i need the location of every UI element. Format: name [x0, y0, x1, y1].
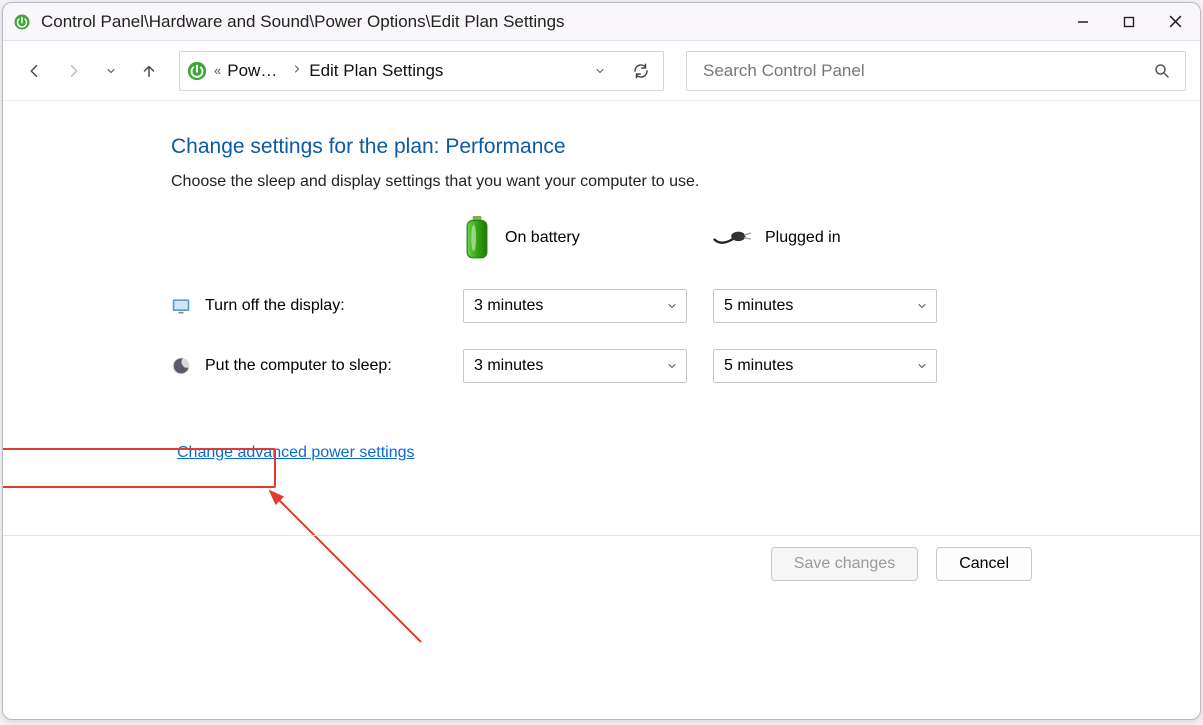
plug-icon [713, 226, 751, 250]
settings-grid: On battery Plugged in Turn off the [171, 213, 1200, 383]
moon-icon [171, 356, 191, 376]
chevron-down-icon [666, 300, 678, 312]
column-header-battery: On battery [463, 213, 691, 263]
display-battery-select[interactable]: 3 minutes [463, 289, 687, 323]
cancel-button[interactable]: Cancel [936, 547, 1032, 581]
battery-icon [463, 216, 491, 260]
page-heading: Change settings for the plan: Performanc… [171, 135, 1200, 159]
search-icon [1153, 62, 1171, 80]
window-frame: Control Panel\Hardware and Sound\Power O… [2, 2, 1201, 720]
sleep-battery-value: 3 minutes [474, 357, 543, 375]
power-options-icon [186, 60, 208, 82]
page-subtext: Choose the sleep and display settings th… [171, 173, 1200, 191]
content-area: Change settings for the plan: Performanc… [3, 101, 1200, 467]
sleep-label: Put the computer to sleep: [205, 357, 392, 375]
sleep-plugged-value: 5 minutes [724, 357, 793, 375]
window-controls [1060, 5, 1198, 39]
change-advanced-power-settings-link[interactable]: Change advanced power settings [171, 439, 421, 467]
chevron-down-icon [666, 360, 678, 372]
window-title: Control Panel\Hardware and Sound\Power O… [41, 12, 565, 32]
display-plugged-select[interactable]: 5 minutes [713, 289, 937, 323]
display-icon [171, 296, 191, 316]
up-button[interactable] [139, 61, 159, 81]
address-bar[interactable]: « Power Options Edit Plan Settings [179, 51, 664, 91]
plan-name: Performance [445, 135, 565, 158]
display-label: Turn off the display: [205, 297, 345, 315]
row-sleep: Put the computer to sleep: [171, 356, 441, 376]
minimize-button[interactable] [1060, 5, 1106, 39]
sleep-plugged-select[interactable]: 5 minutes [713, 349, 937, 383]
sleep-battery-select[interactable]: 3 minutes [463, 349, 687, 383]
display-battery-value: 3 minutes [474, 297, 543, 315]
power-options-icon [13, 13, 31, 31]
advanced-link-row: Change advanced power settings [171, 439, 1200, 467]
titlebar: Control Panel\Hardware and Sound\Power O… [3, 3, 1200, 41]
footer: Save changes Cancel [3, 535, 1200, 591]
search-input[interactable] [701, 60, 1153, 82]
refresh-button[interactable] [623, 62, 657, 80]
address-history-dropdown[interactable] [583, 65, 617, 77]
nav-buttons [17, 61, 165, 81]
toolbar: « Power Options Edit Plan Settings [3, 41, 1200, 101]
breadcrumb-segment-power-options[interactable]: Power Options [227, 61, 285, 81]
breadcrumb-overflow[interactable]: « [214, 63, 221, 78]
column-header-plugged: Plugged in [713, 213, 941, 263]
chevron-down-icon [916, 300, 928, 312]
display-plugged-value: 5 minutes [724, 297, 793, 315]
chevron-right-icon[interactable] [291, 63, 303, 78]
save-changes-button[interactable]: Save changes [771, 547, 918, 581]
battery-label: On battery [505, 229, 580, 247]
close-button[interactable] [1152, 5, 1198, 39]
back-button[interactable] [25, 61, 45, 81]
row-turn-off-display: Turn off the display: [171, 296, 441, 316]
recent-locations-button[interactable] [101, 61, 121, 81]
plugged-label: Plugged in [765, 229, 841, 247]
search-bar[interactable] [686, 51, 1186, 91]
chevron-down-icon [916, 360, 928, 372]
forward-button[interactable] [63, 61, 83, 81]
breadcrumb-segment-edit-plan[interactable]: Edit Plan Settings [309, 61, 443, 81]
maximize-button[interactable] [1106, 5, 1152, 39]
heading-prefix: Change settings for the plan: [171, 135, 445, 158]
